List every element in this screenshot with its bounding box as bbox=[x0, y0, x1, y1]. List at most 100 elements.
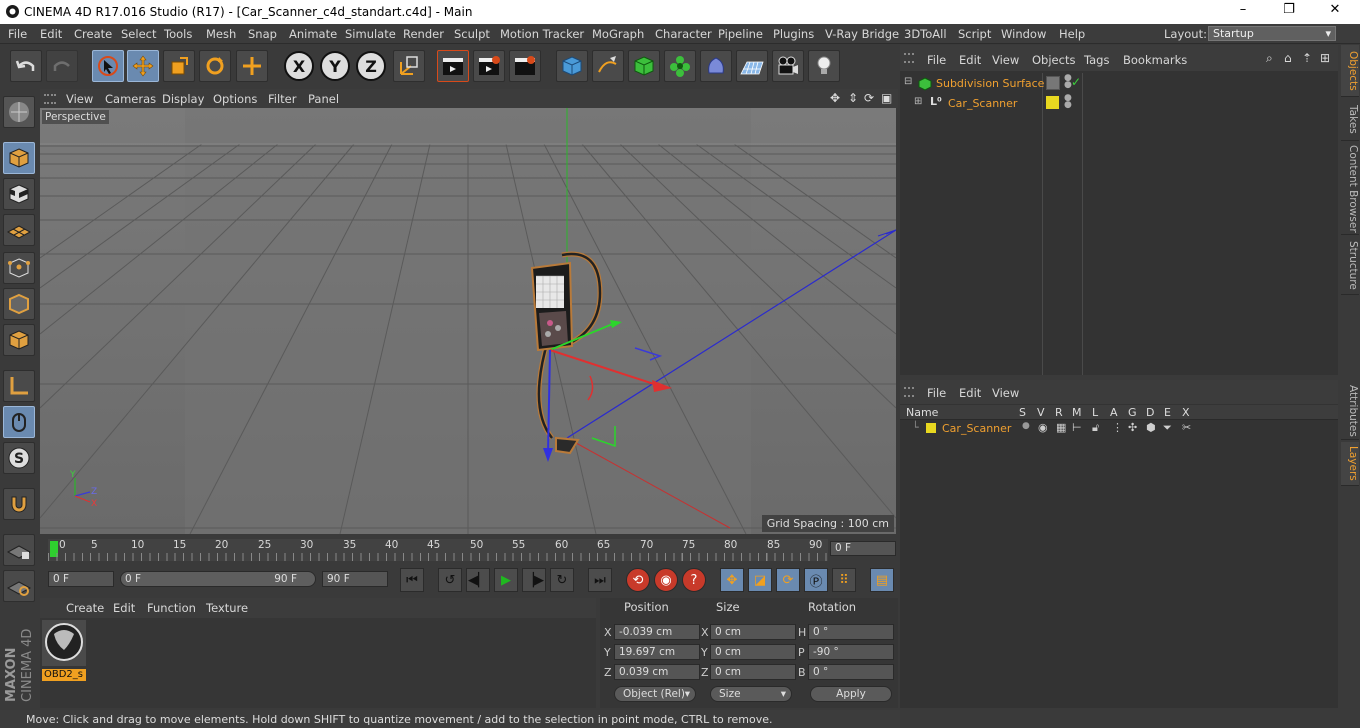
timeline[interactable]: 0 5 10 15 20 25 30 35 40 45 50 55 60 65 … bbox=[40, 535, 898, 565]
layout-select[interactable]: Startup ▾ bbox=[1208, 26, 1336, 41]
planar-workplane-button[interactable] bbox=[3, 570, 35, 602]
col-visible[interactable]: V bbox=[1037, 406, 1045, 419]
size-x-field[interactable]: 0 cm bbox=[710, 624, 796, 640]
new-window-icon[interactable]: ⊞ bbox=[1320, 51, 1330, 65]
go-to-start-button[interactable]: ⏮ bbox=[400, 568, 424, 592]
size-y-field[interactable]: 0 cm bbox=[710, 644, 796, 660]
deformer-icon[interactable]: ⬢ bbox=[1146, 421, 1156, 434]
tab-structure[interactable]: Structure bbox=[1341, 237, 1359, 295]
redo-button[interactable] bbox=[46, 50, 78, 82]
magnet-button[interactable] bbox=[3, 488, 35, 520]
rotation-p-field[interactable]: -90 ° bbox=[808, 644, 894, 660]
menu-3dtoall[interactable]: 3DToAll bbox=[904, 27, 947, 41]
menu-file[interactable]: File bbox=[8, 27, 27, 41]
rotation-h-field[interactable]: 0 ° bbox=[808, 624, 894, 640]
menu-simulate[interactable]: Simulate bbox=[345, 27, 396, 41]
current-frame-field[interactable]: 0 F bbox=[830, 541, 896, 556]
menu-animate[interactable]: Animate bbox=[289, 27, 337, 41]
menu-edit[interactable]: Edit bbox=[40, 27, 62, 41]
menu-vray-bridge[interactable]: V-Ray Bridge bbox=[825, 27, 899, 41]
next-key-button[interactable]: ↻ bbox=[550, 568, 574, 592]
snap-button[interactable]: S bbox=[3, 442, 35, 474]
transform-tool-button[interactable] bbox=[236, 50, 268, 82]
x-axis-lock-button[interactable]: X bbox=[283, 50, 315, 82]
key-parameter-button[interactable]: Ⓟ bbox=[804, 568, 828, 592]
col-generators[interactable]: G bbox=[1128, 406, 1137, 419]
menu-create[interactable]: Create bbox=[74, 27, 112, 41]
viewport-menu-filter[interactable]: Filter bbox=[268, 92, 296, 106]
material-name[interactable]: OBD2_s bbox=[42, 669, 86, 681]
viewport-menu-cameras[interactable]: Cameras bbox=[105, 92, 156, 106]
model-mode-button[interactable] bbox=[3, 142, 35, 174]
col-render[interactable]: R bbox=[1055, 406, 1063, 419]
layer-color-swatch[interactable] bbox=[1046, 96, 1059, 109]
manager-tree-icon[interactable]: ⊢ bbox=[1072, 421, 1082, 434]
render-picture-viewer-button[interactable] bbox=[473, 50, 505, 82]
texture-mode-button[interactable] bbox=[3, 178, 35, 210]
menu-motion-tracker[interactable]: Motion Tracker bbox=[500, 27, 584, 41]
position-y-field[interactable]: 19.697 cm bbox=[614, 644, 700, 660]
close-button[interactable]: ✕ bbox=[1312, 2, 1358, 22]
object-menu-objects[interactable]: Objects bbox=[1032, 53, 1075, 67]
layer-row-car-scanner[interactable]: └ Car_Scanner ● ◉ ▦ ⊢ 🔓︎ ⋮ ✣ ⬢ ⏷ ✂ bbox=[900, 421, 1338, 437]
add-deformer-button[interactable] bbox=[700, 50, 732, 82]
object-row-car-scanner[interactable]: ⊞ L⁰ Car_Scanner ● ● bbox=[900, 94, 1338, 113]
rotation-b-field[interactable]: 0 ° bbox=[808, 664, 894, 680]
coordinate-mode-dropdown[interactable]: Object (Rel) ▾ bbox=[614, 686, 696, 702]
object-name[interactable]: Car_Scanner bbox=[948, 97, 1017, 110]
viewport-menu-view[interactable]: View bbox=[66, 92, 93, 106]
timeline-ruler[interactable]: 0 5 10 15 20 25 30 35 40 45 50 55 60 65 … bbox=[48, 539, 828, 561]
layer-tag-icon[interactable] bbox=[1046, 76, 1060, 90]
col-deformers[interactable]: D bbox=[1146, 406, 1154, 419]
menu-character[interactable]: Character bbox=[655, 27, 712, 41]
menu-help[interactable]: Help bbox=[1059, 27, 1085, 41]
menu-window[interactable]: Window bbox=[1001, 27, 1046, 41]
edge-mode-button[interactable] bbox=[3, 288, 35, 320]
viewport-menu-display[interactable]: Display bbox=[162, 92, 204, 106]
add-spline-button[interactable] bbox=[592, 50, 624, 82]
col-expressions[interactable]: E bbox=[1164, 406, 1171, 419]
menu-sculpt[interactable]: Sculpt bbox=[454, 27, 490, 41]
layer-menu-file[interactable]: File bbox=[927, 386, 946, 400]
material-swatch[interactable]: OBD2_s bbox=[42, 620, 86, 681]
render-clapper-icon[interactable]: ▦ bbox=[1056, 421, 1066, 434]
col-xref[interactable]: X bbox=[1182, 406, 1190, 419]
material-menu-texture[interactable]: Texture bbox=[206, 601, 248, 615]
object-menu-view[interactable]: View bbox=[992, 53, 1019, 67]
enabled-check-icon[interactable]: ✓ bbox=[1071, 75, 1081, 89]
key-pla-button[interactable]: ⠿ bbox=[832, 568, 856, 592]
animation-icon[interactable]: ⋮ bbox=[1112, 421, 1123, 434]
up-icon[interactable]: ⇡ bbox=[1302, 51, 1312, 65]
make-editable-button[interactable] bbox=[3, 96, 35, 128]
autokeying-button[interactable]: ◉ bbox=[654, 568, 678, 592]
axis-mode-button[interactable] bbox=[3, 370, 35, 402]
menu-render[interactable]: Render bbox=[403, 27, 444, 41]
position-x-field[interactable]: -0.039 cm bbox=[614, 624, 700, 640]
key-position-button[interactable]: ✥ bbox=[720, 568, 744, 592]
add-cloner-button[interactable] bbox=[664, 50, 696, 82]
workplane-lock-button[interactable] bbox=[3, 534, 35, 566]
generator-icon[interactable]: ✣ bbox=[1128, 421, 1137, 434]
position-z-field[interactable]: 0.039 cm bbox=[614, 664, 700, 680]
object-menu-tags[interactable]: Tags bbox=[1084, 53, 1109, 67]
size-z-field[interactable]: 0 cm bbox=[710, 664, 796, 680]
add-subdivision-button[interactable] bbox=[628, 50, 660, 82]
tweak-mode-button[interactable] bbox=[3, 406, 35, 438]
size-mode-dropdown[interactable]: Size ▾ bbox=[710, 686, 792, 702]
add-cube-button[interactable] bbox=[556, 50, 588, 82]
xref-icon[interactable]: ✂ bbox=[1182, 421, 1191, 434]
viewport-move-icon[interactable]: ✥ bbox=[830, 91, 840, 105]
viewport-menu-panel[interactable]: Panel bbox=[308, 92, 339, 106]
menu-pipeline[interactable]: Pipeline bbox=[718, 27, 763, 41]
viewport-rotate-icon[interactable]: ⟳ bbox=[864, 91, 874, 105]
collapse-icon[interactable]: ⊟ bbox=[904, 76, 912, 87]
material-menu-edit[interactable]: Edit bbox=[113, 601, 135, 615]
move-tool-button[interactable] bbox=[127, 50, 159, 82]
object-menu-bookmarks[interactable]: Bookmarks bbox=[1123, 53, 1187, 67]
col-solo[interactable]: S bbox=[1019, 406, 1026, 419]
viewport-maximize-icon[interactable]: ▣ bbox=[881, 91, 892, 105]
live-selection-button[interactable] bbox=[92, 50, 124, 82]
timeline-window-button[interactable]: ▤ bbox=[870, 568, 894, 592]
menu-select[interactable]: Select bbox=[121, 27, 156, 41]
object-row-subdivision-surface[interactable]: ⊟ Subdivision Surface ● ● ✓ bbox=[900, 74, 1338, 93]
